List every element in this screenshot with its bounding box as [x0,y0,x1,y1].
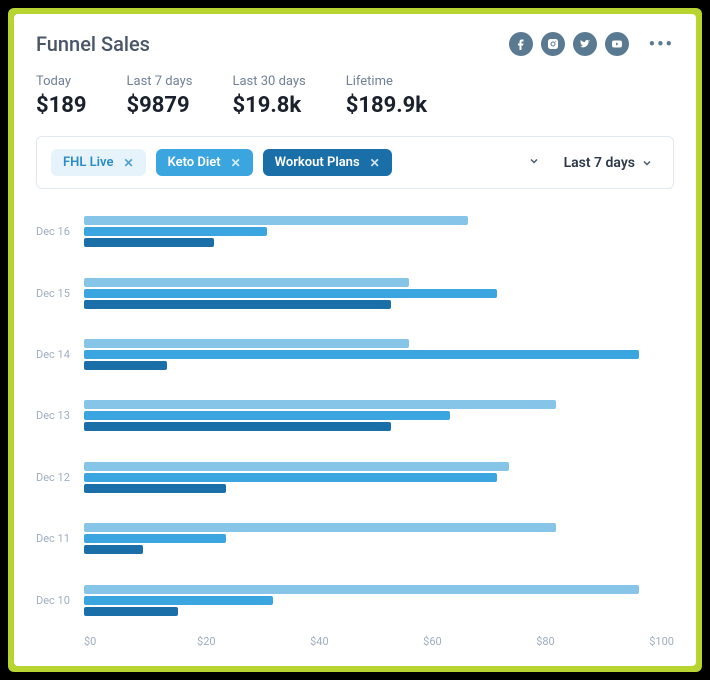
chart-row [84,570,674,631]
youtube-icon[interactable] [605,32,629,56]
stat-last-30-days: Last 30 days $19.8k [232,74,305,118]
filter-chip-workout-plans[interactable]: Workout Plans ✕ [263,149,392,176]
bar-keto-diet [84,473,497,482]
bar-fhl-live [84,523,556,532]
sales-chart: Dec 16Dec 15Dec 14Dec 13Dec 12Dec 11Dec … [36,201,674,648]
filter-chip-fhl-live[interactable]: FHL Live ✕ [51,149,146,176]
close-icon[interactable]: ✕ [231,156,241,170]
social-icons: ••• [509,32,674,56]
card-header: Funnel Sales ••• [36,32,674,56]
x-axis-tick: $0 [84,635,197,648]
y-axis-tick: Dec 14 [36,324,84,385]
bar-workout-plans [84,238,214,247]
chevron-down-icon [641,157,653,169]
range-label: Last 7 days [564,155,635,171]
chart-row [84,447,674,508]
bar-keto-diet [84,289,497,298]
highlight-frame: Funnel Sales ••• Today $189 Last 7 days … [8,8,702,672]
bar-fhl-live [84,339,409,348]
bar-workout-plans [84,300,391,309]
x-axis-tick: $60 [423,635,536,648]
chip-label: Workout Plans [275,155,360,170]
filter-bar: FHL Live ✕ Keto Diet ✕ Workout Plans ✕ L… [36,136,674,189]
facebook-icon[interactable] [509,32,533,56]
filter-chip-keto-diet[interactable]: Keto Diet ✕ [156,149,253,176]
x-axis-tick: $100 [649,635,674,648]
stat-label: Last 30 days [232,74,305,89]
close-icon[interactable]: ✕ [123,156,133,170]
bar-workout-plans [84,607,178,616]
stat-today: Today $189 [36,74,87,118]
chart-row [84,385,674,446]
chip-label: Keto Diet [168,155,221,170]
bar-keto-diet [84,534,226,543]
stat-value: $189 [36,93,87,118]
stat-label: Today [36,74,87,89]
bar-fhl-live [84,585,639,594]
chart-row [84,262,674,323]
stat-last-7-days: Last 7 days $9879 [127,74,193,118]
stat-label: Lifetime [346,74,427,89]
bar-keto-diet [84,596,273,605]
stat-value: $19.8k [232,93,305,118]
bar-workout-plans [84,545,143,554]
stats-row: Today $189 Last 7 days $9879 Last 30 day… [36,74,674,118]
twitter-icon[interactable] [573,32,597,56]
chart-bars-area [84,201,674,631]
series-dropdown[interactable] [520,151,548,175]
y-axis-tick: Dec 16 [36,201,84,262]
x-axis-tick: $80 [536,635,649,648]
x-axis-tick: $20 [197,635,310,648]
stat-lifetime: Lifetime $189.9k [346,74,427,118]
stat-label: Last 7 days [127,74,193,89]
x-axis-labels: $0$20$40$60$80$100 [84,635,674,648]
y-axis-tick: Dec 11 [36,508,84,569]
chart-row [84,508,674,569]
bar-keto-diet [84,411,450,420]
bar-fhl-live [84,278,409,287]
chip-label: FHL Live [63,155,113,170]
bar-keto-diet [84,227,267,236]
bar-workout-plans [84,361,167,370]
stat-value: $189.9k [346,93,427,118]
instagram-icon[interactable] [541,32,565,56]
stat-value: $9879 [127,93,193,118]
bar-keto-diet [84,350,639,359]
funnel-sales-card: Funnel Sales ••• Today $189 Last 7 days … [14,14,696,666]
y-axis-tick: Dec 10 [36,570,84,631]
chart-row [84,201,674,262]
chart-row [84,324,674,385]
close-icon[interactable]: ✕ [370,156,380,170]
bar-fhl-live [84,462,509,471]
bar-fhl-live [84,216,468,225]
bar-workout-plans [84,422,391,431]
x-axis-tick: $40 [310,635,423,648]
date-range-select[interactable]: Last 7 days [558,151,659,175]
y-axis-tick: Dec 15 [36,262,84,323]
y-axis-tick: Dec 13 [36,385,84,446]
card-title: Funnel Sales [36,32,150,56]
y-axis-tick: Dec 12 [36,447,84,508]
chart-body: Dec 16Dec 15Dec 14Dec 13Dec 12Dec 11Dec … [36,201,674,631]
bar-fhl-live [84,400,556,409]
bar-workout-plans [84,484,226,493]
more-menu[interactable]: ••• [649,34,674,55]
y-axis-labels: Dec 16Dec 15Dec 14Dec 13Dec 12Dec 11Dec … [36,201,84,631]
